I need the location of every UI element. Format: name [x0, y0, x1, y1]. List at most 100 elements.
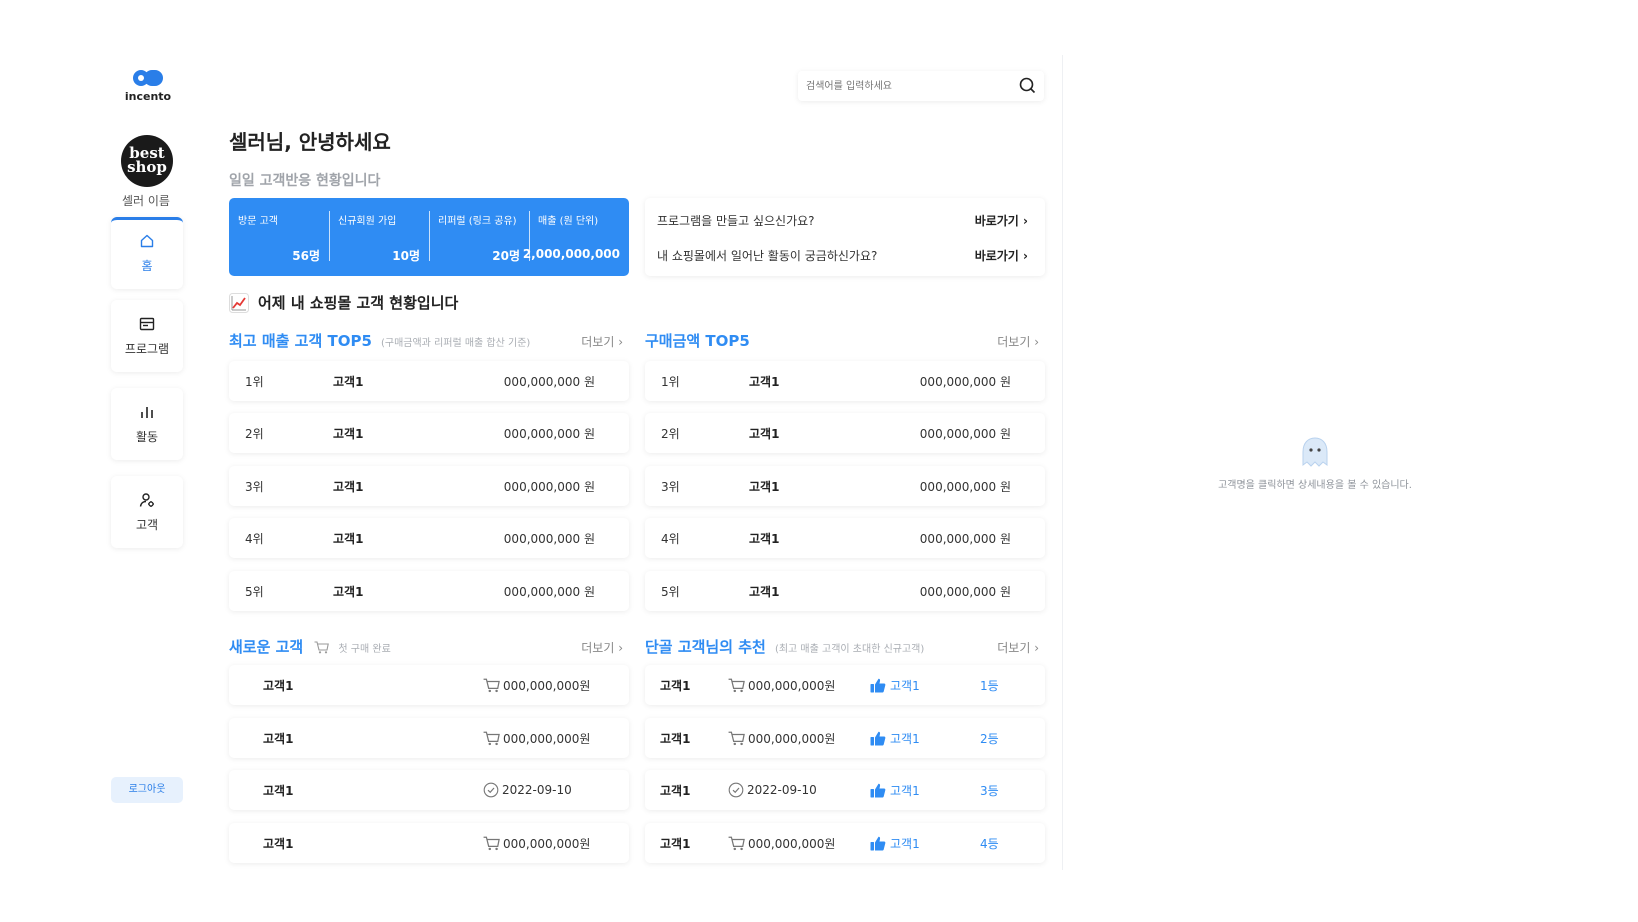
list-item[interactable]: 고객1 000,000,000원 [229, 718, 629, 758]
list-item[interactable]: 고객1 000,000,000원 고객1 4등 [645, 823, 1045, 863]
purchase-date: 2022-09-10 [728, 782, 817, 798]
customer-name[interactable]: 고객1 [333, 478, 363, 495]
program-icon [139, 317, 155, 331]
customer-name[interactable]: 고객1 [263, 677, 293, 694]
list-item[interactable]: 고객1 000,000,000원 고객1 1등 [645, 665, 1045, 705]
section-title: 단골 고객님의 추천 [645, 638, 766, 656]
customer-name[interactable]: 고객1 [333, 583, 363, 600]
chevron-right-icon: › [1034, 335, 1039, 349]
list-item[interactable]: 3위 고객1 000,000,000 원 [229, 466, 629, 506]
customer-name[interactable]: 고객1 [333, 373, 363, 390]
chart-trend-icon [229, 292, 249, 313]
section-title: 새로운 고객 [229, 638, 304, 656]
sidebar-item-label: 프로그램 [124, 342, 170, 356]
rank: 3위 [245, 480, 264, 494]
shortcut-link-program[interactable]: 바로가기 › [975, 212, 1028, 229]
more-link[interactable]: 더보기 › [581, 333, 623, 350]
rank: 2위 [661, 427, 680, 441]
list-item[interactable]: 고객1 000,000,000원 [229, 823, 629, 863]
customer-name[interactable]: 고객1 [749, 583, 779, 600]
search-input[interactable] [806, 77, 1006, 95]
customer-name[interactable]: 고객1 [660, 782, 690, 799]
referrer-name: 고객1 [890, 837, 920, 851]
logout-button[interactable]: 로그아웃 [111, 777, 183, 803]
sidebar-item-activity[interactable]: 활동 [111, 388, 183, 460]
brand-name: incento [124, 90, 172, 103]
referrer[interactable]: 고객1 [870, 835, 920, 852]
customer-name[interactable]: 고객1 [660, 835, 690, 852]
list-item[interactable]: 5위 고객1 000,000,000 원 [645, 571, 1045, 611]
referrer-name: 고객1 [890, 784, 920, 798]
sidebar-item-customer[interactable]: 고객 [111, 476, 183, 548]
stat-value: 10명 [392, 249, 420, 263]
list-item[interactable]: 1위 고객1 000,000,000 원 [229, 361, 629, 401]
cart-icon [314, 641, 330, 654]
chevron-right-icon: › [618, 335, 623, 349]
search-icon[interactable] [1019, 77, 1036, 94]
section-heading: 어제 내 쇼핑몰 고객 현황입니다 [229, 292, 458, 313]
list-item[interactable]: 1위 고객1 000,000,000 원 [645, 361, 1045, 401]
sidebar-item-label: 활동 [135, 430, 159, 444]
referral-rank: 1등 [980, 679, 999, 693]
list-item[interactable]: 고객1 000,000,000원 [229, 665, 629, 705]
more-link[interactable]: 더보기 › [997, 333, 1039, 350]
cart-icon [483, 731, 500, 746]
customer-name[interactable]: 고객1 [263, 835, 293, 852]
list-item[interactable]: 4위 고객1 000,000,000 원 [229, 518, 629, 558]
logo-mark-icon [133, 70, 163, 86]
customer-name[interactable]: 고객1 [660, 677, 690, 694]
shortcut-link-activity[interactable]: 바로가기 › [975, 247, 1028, 264]
more-link[interactable]: 더보기 › [581, 639, 623, 656]
stat-label: 리퍼럴 (링크 공유) [438, 216, 517, 227]
customer-name[interactable]: 고객1 [263, 782, 293, 799]
empty-state-text: 고객명을 클릭하면 상세내용을 볼 수 있습니다. [1218, 480, 1412, 491]
list-item[interactable]: 고객1 000,000,000원 고객1 2등 [645, 718, 1045, 758]
referrer-name: 고객1 [890, 732, 920, 746]
sidebar-item-program[interactable]: 프로그램 [111, 300, 183, 372]
value-text: 2022-09-10 [747, 783, 817, 797]
more-link[interactable]: 더보기 › [997, 639, 1039, 656]
value-text: 000,000,000원 [503, 679, 591, 693]
customer-name[interactable]: 고객1 [749, 530, 779, 547]
customer-name[interactable]: 고객1 [749, 373, 779, 390]
sidebar-item-home[interactable]: 홈 [111, 217, 183, 289]
customer-icon [139, 493, 154, 507]
purchase-date: 2022-09-10 [483, 782, 572, 798]
customer-name[interactable]: 고객1 [333, 425, 363, 442]
referrer[interactable]: 고객1 [870, 730, 920, 747]
customer-name[interactable]: 고객1 [749, 425, 779, 442]
seller-name: 셀러 이름 [122, 194, 170, 208]
list-item[interactable]: 고객1 2022-09-10 고객1 3등 [645, 770, 1045, 810]
new-customers-header: 새로운 고객 첫 구매 완료 더보기 › [229, 636, 629, 658]
logo[interactable]: incento [125, 70, 171, 103]
list-item[interactable]: 4위 고객1 000,000,000 원 [645, 518, 1045, 558]
customer-name[interactable]: 고객1 [263, 730, 293, 747]
referrer[interactable]: 고객1 [870, 677, 920, 694]
shortcut-row: 내 쇼핑몰에서 일어난 활동이 궁금하신가요? 바로가기 › [657, 245, 1028, 265]
list-item[interactable]: 2위 고객1 000,000,000 원 [229, 413, 629, 453]
thumbs-up-icon [870, 731, 886, 746]
shortcut-panel: 프로그램을 만들고 싶으신가요? 바로가기 › 내 쇼핑몰에서 일어난 활동이 … [645, 198, 1045, 276]
top-sales-header: 최고 매출 고객 TOP5 (구매금액과 리퍼럴 매출 합산 기준) 더보기 › [229, 330, 629, 352]
stat-label: 신규회원 가입 [338, 216, 397, 227]
shortcut-row: 프로그램을 만들고 싶으신가요? 바로가기 › [657, 210, 1028, 230]
chevron-right-icon: › [1023, 213, 1028, 228]
stat-label: 방문 고객 [238, 216, 278, 227]
list-item[interactable]: 5위 고객1 000,000,000 원 [229, 571, 629, 611]
amount: 000,000,000 원 [919, 427, 1011, 441]
thumbs-up-icon [870, 836, 886, 851]
customer-name[interactable]: 고객1 [660, 730, 690, 747]
list-item[interactable]: 고객1 2022-09-10 [229, 770, 629, 810]
referrer[interactable]: 고객1 [870, 782, 920, 799]
amount: 000,000,000 원 [919, 480, 1011, 494]
check-circle-icon [728, 782, 744, 798]
search-box[interactable] [798, 71, 1044, 101]
list-item[interactable]: 3위 고객1 000,000,000 원 [645, 466, 1045, 506]
rank: 1위 [245, 375, 264, 389]
amount: 000,000,000 원 [503, 585, 595, 599]
shortcut-link-label: 바로가기 [974, 213, 1019, 228]
customer-name[interactable]: 고객1 [749, 478, 779, 495]
list-item[interactable]: 2위 고객1 000,000,000 원 [645, 413, 1045, 453]
page-title: 셀러님, 안녕하세요 [229, 130, 391, 154]
customer-name[interactable]: 고객1 [333, 530, 363, 547]
